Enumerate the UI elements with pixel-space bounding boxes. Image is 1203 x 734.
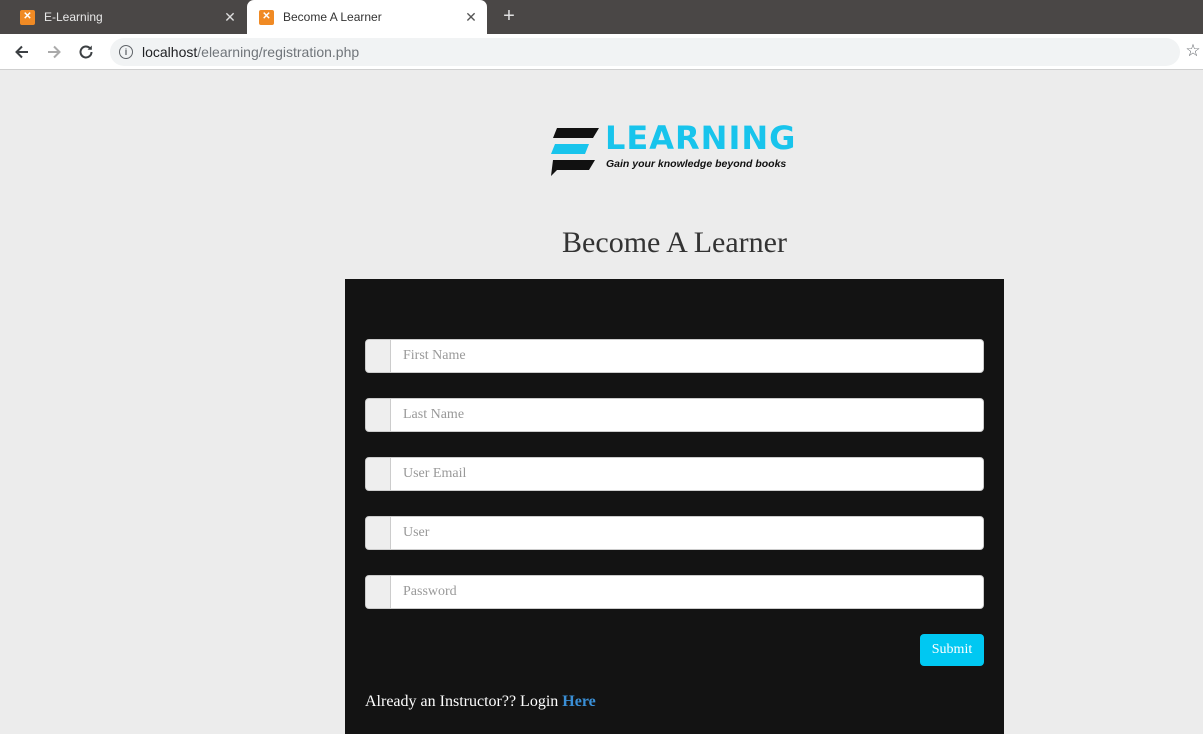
password-field-group: [365, 575, 984, 609]
logo-wordmark: LEARNING: [605, 119, 797, 157]
submit-button[interactable]: Submit: [920, 634, 984, 666]
first-name-input[interactable]: [391, 340, 983, 372]
xampp-favicon-icon: ✕: [20, 9, 35, 25]
tab-become-a-learner[interactable]: ✕ Become A Learner ✕: [247, 0, 487, 34]
site-logo: LEARNING Gain your knowledge beyond book…: [549, 120, 801, 180]
forward-arrow-icon[interactable]: [43, 41, 65, 63]
login-here-link[interactable]: Here: [562, 693, 595, 710]
input-addon: [366, 340, 391, 372]
xampp-favicon-icon: ✕: [259, 9, 274, 25]
new-tab-icon[interactable]: +: [498, 5, 520, 27]
input-addon: [366, 399, 391, 431]
email-field-group: [365, 457, 984, 491]
url-path: /elearning/registration.php: [197, 44, 360, 60]
tab-e-learning[interactable]: ✕ E-Learning ✕: [0, 0, 246, 34]
url-text: localhost/elearning/registration.php: [142, 44, 359, 60]
bookmark-star-icon[interactable]: ☆: [1183, 40, 1203, 62]
username-field-group: [365, 516, 984, 550]
input-addon: [366, 458, 391, 490]
last-name-input[interactable]: [391, 399, 983, 431]
password-input[interactable]: [391, 576, 983, 608]
tab-close-icon[interactable]: ✕: [461, 9, 481, 26]
tab-label: E-Learning: [44, 10, 103, 24]
reload-icon[interactable]: [75, 41, 97, 63]
input-addon: [366, 517, 391, 549]
tab-label: Become A Learner: [283, 10, 382, 24]
email-input[interactable]: [391, 458, 983, 490]
url-host: localhost: [142, 44, 198, 60]
login-prompt: Already an Instructor?? Login Here: [365, 693, 596, 711]
back-arrow-icon[interactable]: [11, 41, 33, 63]
first-name-field-group: [365, 339, 984, 373]
last-name-field-group: [365, 398, 984, 432]
browser-toolbar: i localhost/elearning/registration.php: [0, 34, 1203, 70]
username-input[interactable]: [391, 517, 983, 549]
input-addon: [366, 576, 391, 608]
tab-close-icon[interactable]: ✕: [220, 9, 240, 26]
address-bar[interactable]: i localhost/elearning/registration.php: [110, 38, 1180, 66]
logo-tagline: Gain your knowledge beyond books: [606, 158, 787, 170]
logo-e-mark-icon: [551, 128, 599, 176]
page-title: Become A Learner: [562, 226, 787, 259]
site-info-icon[interactable]: i: [119, 45, 133, 59]
registration-form: Submit Already an Instructor?? Login Her…: [345, 279, 1004, 734]
login-prompt-text: Already an Instructor?? Login: [365, 693, 563, 710]
browser-tab-strip: ✕ E-Learning ✕ ✕ Become A Learner ✕ +: [0, 0, 1203, 34]
